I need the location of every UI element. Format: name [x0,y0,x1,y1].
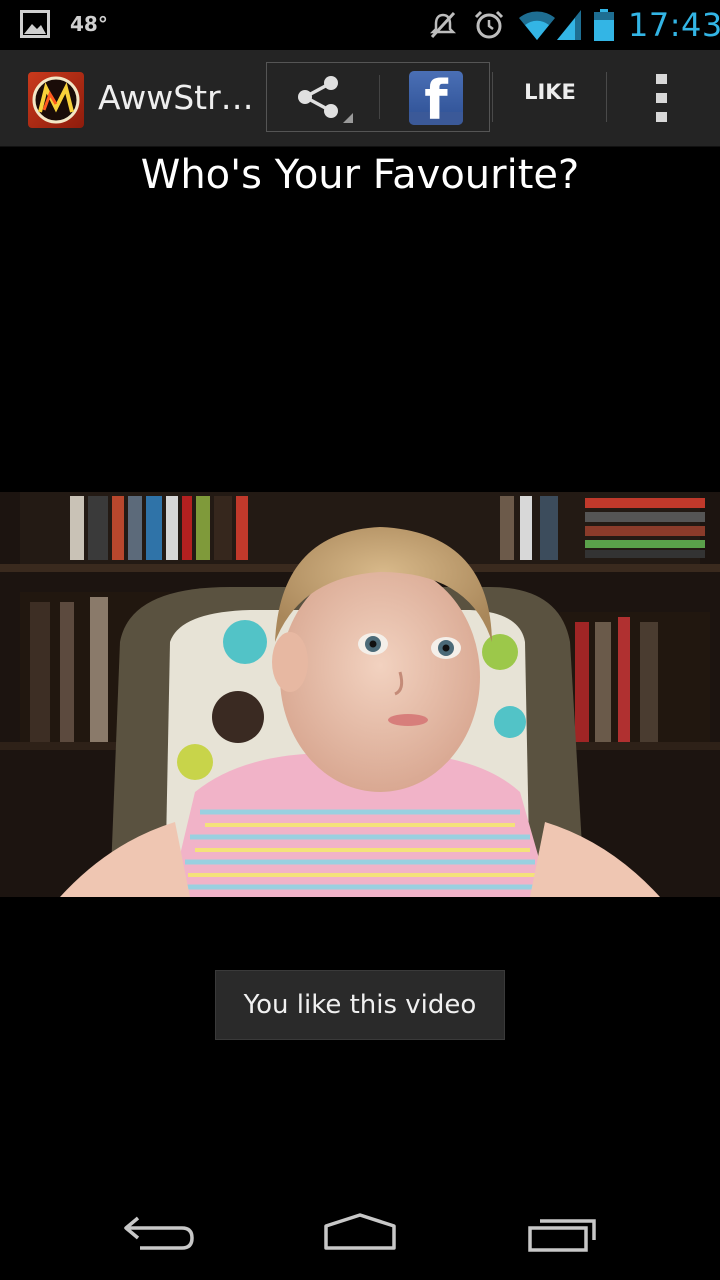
video-player[interactable] [0,492,720,897]
home-icon[interactable] [320,1210,400,1260]
divider [606,72,607,122]
recent-apps-icon[interactable] [522,1210,602,1260]
overflow-dot [656,74,667,84]
video-frame-image [0,492,720,897]
like-button[interactable]: LIKE [508,80,592,104]
app-title[interactable]: AwwStr… [98,78,254,117]
share-action-provider: f [266,62,490,132]
alarm-icon [474,10,504,39]
action-bar: AwwStr… f LIKE [0,50,720,147]
signal-icon [557,10,581,40]
facebook-share-button[interactable]: f [409,71,463,125]
divider [379,75,380,119]
video-title: Who's Your Favourite? [140,152,580,198]
mute-icon [429,11,457,39]
status-bar: 48° 17:43 [0,0,720,50]
overflow-menu-icon[interactable] [650,74,674,124]
navigation-bar [0,1170,720,1280]
back-icon[interactable] [120,1210,200,1260]
app-logo[interactable] [28,72,84,128]
divider [492,72,493,122]
app-logo-icon [32,76,80,124]
like-toast: You like this video [215,970,505,1040]
share-button[interactable] [267,63,379,131]
overflow-dot [656,112,667,122]
wifi-icon [519,11,555,40]
temperature-readout: 48° [70,12,108,36]
clock: 17:43 [628,6,720,44]
share-icon [298,76,353,123]
gallery-icon [20,10,50,38]
facebook-icon: f [424,71,448,125]
battery-icon [594,9,614,41]
overflow-dot [656,93,667,103]
